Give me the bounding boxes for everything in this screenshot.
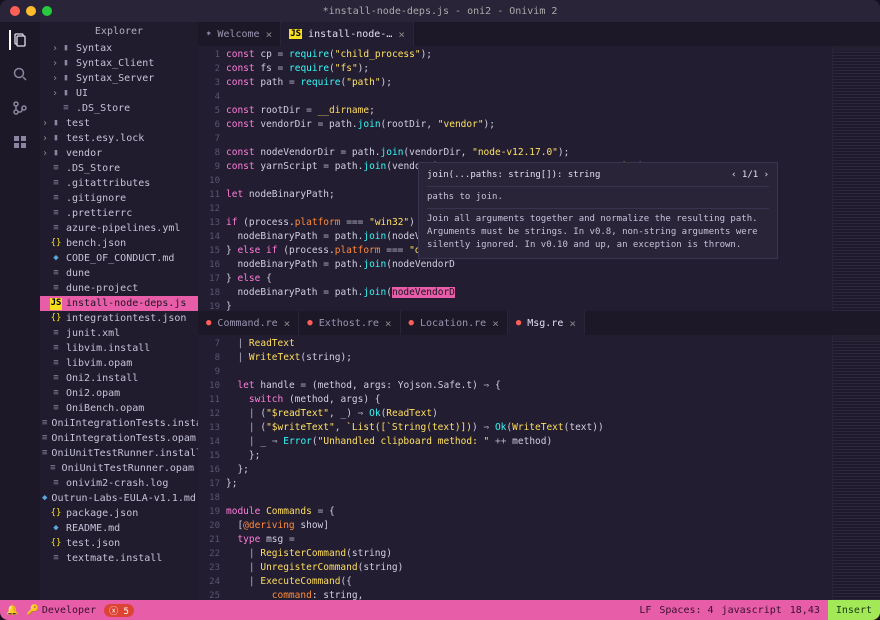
- editor-pane-bottom: 7891011121314151617181920212223242526272…: [198, 335, 880, 600]
- close-icon[interactable]: ×: [284, 317, 291, 330]
- status-language[interactable]: javascript: [722, 605, 782, 616]
- tree-item[interactable]: {}package.json: [40, 506, 198, 521]
- tree-item[interactable]: ≡azure-pipelines.yml: [40, 221, 198, 236]
- tree-item[interactable]: JSinstall-node-deps.js: [40, 296, 198, 311]
- close-icon[interactable]: ×: [492, 317, 499, 330]
- tree-item[interactable]: ›▮test.esy.lock: [40, 131, 198, 146]
- tree-item[interactable]: ›▮test: [40, 116, 198, 131]
- tree-item[interactable]: ◆CODE_OF_CONDUCT.md: [40, 251, 198, 266]
- tree-item[interactable]: ≡libvim.opam: [40, 356, 198, 371]
- extensions-icon[interactable]: [10, 132, 30, 152]
- titlebar: *install-node-deps.js - oni2 - Onivim 2: [0, 0, 880, 22]
- minimize-icon[interactable]: [26, 6, 36, 16]
- editor-pane-top: 1234567891011121314151617181920212223 co…: [198, 46, 880, 311]
- tree-item[interactable]: {}integrationtest.json: [40, 311, 198, 326]
- status-eol[interactable]: LF: [639, 605, 651, 616]
- developer-button[interactable]: 🔑 Developer: [26, 605, 96, 616]
- tree-item[interactable]: ›▮Syntax_Server: [40, 71, 198, 86]
- tooltip-summary: paths to join.: [427, 191, 769, 204]
- code-editor[interactable]: | ReadText | WriteText(string); let hand…: [226, 335, 832, 600]
- status-position: 18,43: [790, 605, 820, 616]
- tree-item[interactable]: ≡dune: [40, 266, 198, 281]
- tab[interactable]: ●Command.re×: [198, 311, 299, 335]
- tree-item[interactable]: ≡Oni2.install: [40, 371, 198, 386]
- tree-item[interactable]: ◆README.md: [40, 521, 198, 536]
- close-icon[interactable]: ×: [569, 317, 576, 330]
- tree-item[interactable]: ≡OniBench.opam: [40, 401, 198, 416]
- tree-item[interactable]: ≡libvim.install: [40, 341, 198, 356]
- signature-tooltip: join(...paths: string[]): string‹ 1/1 › …: [418, 162, 778, 259]
- scm-icon[interactable]: [10, 98, 30, 118]
- tree-item[interactable]: ≡OniUnitTestRunner.opam: [40, 461, 198, 476]
- tree-item[interactable]: ≡.DS_Store: [40, 161, 198, 176]
- tree-item[interactable]: ›▮vendor: [40, 146, 198, 161]
- file-tree[interactable]: ›▮Syntax›▮Syntax_Client›▮Syntax_Server›▮…: [40, 41, 198, 600]
- tab[interactable]: JSinstall-node-…×: [281, 22, 414, 46]
- tree-item[interactable]: ≡junit.xml: [40, 326, 198, 341]
- error-count[interactable]: ⓧ 5: [104, 604, 134, 617]
- window-title: *install-node-deps.js - oni2 - Onivim 2: [323, 6, 558, 17]
- minimap[interactable]: [832, 335, 880, 600]
- tab[interactable]: ●Exthost.re×: [299, 311, 400, 335]
- tooltip-desc: Join all arguments together and normaliz…: [427, 213, 769, 252]
- gutter: 1234567891011121314151617181920212223: [198, 46, 226, 311]
- tree-item[interactable]: {}test.json: [40, 536, 198, 551]
- tree-item[interactable]: ›▮Syntax: [40, 41, 198, 56]
- tooltip-count: ‹ 1/1 ›: [731, 169, 769, 182]
- tree-item[interactable]: ≡.gitignore: [40, 191, 198, 206]
- tree-item[interactable]: ≡OniIntegrationTests.opam: [40, 431, 198, 446]
- sidebar-title: Explorer: [40, 22, 198, 41]
- tooltip-signature: join(...paths: string[]): string: [427, 169, 600, 182]
- tree-item[interactable]: ≡.gitattributes: [40, 176, 198, 191]
- tree-item[interactable]: {}bench.json: [40, 236, 198, 251]
- minimap[interactable]: [832, 46, 880, 311]
- tree-item[interactable]: ›▮Syntax_Client: [40, 56, 198, 71]
- close-icon[interactable]: ×: [398, 28, 405, 41]
- tree-item[interactable]: ◆Outrun-Labs-EULA-v1.1.md: [40, 491, 198, 506]
- search-icon[interactable]: [10, 64, 30, 84]
- editor-area: ✶Welcome×JSinstall-node-…× 1234567891011…: [198, 22, 880, 600]
- status-mode: Insert: [828, 600, 880, 620]
- tab[interactable]: ●Location.re×: [401, 311, 508, 335]
- tree-item[interactable]: ≡OniUnitTestRunner.install: [40, 446, 198, 461]
- notifications-icon[interactable]: 🔔: [6, 605, 18, 616]
- close-icon[interactable]: [10, 6, 20, 16]
- tree-item[interactable]: ≡Oni2.opam: [40, 386, 198, 401]
- tree-item[interactable]: ≡onivim2-crash.log: [40, 476, 198, 491]
- zoom-icon[interactable]: [42, 6, 52, 16]
- status-spaces[interactable]: Spaces: 4: [659, 605, 713, 616]
- tab[interactable]: ●Msg.re×: [508, 311, 585, 335]
- statusbar: 🔔 🔑 Developer ⓧ 5 LF Spaces: 4 javascrip…: [0, 600, 880, 620]
- tree-item[interactable]: ≡.DS_Store: [40, 101, 198, 116]
- close-icon[interactable]: ×: [266, 28, 273, 41]
- close-icon[interactable]: ×: [385, 317, 392, 330]
- tree-item[interactable]: ≡textmate.install: [40, 551, 198, 566]
- sidebar: Explorer ›▮Syntax›▮Syntax_Client›▮Syntax…: [40, 22, 198, 600]
- tabbar-top: ✶Welcome×JSinstall-node-…×: [198, 22, 880, 46]
- tree-item[interactable]: ≡dune-project: [40, 281, 198, 296]
- tab[interactable]: ✶Welcome×: [198, 22, 281, 46]
- tabbar-bottom: ●Command.re×●Exthost.re×●Location.re×●Ms…: [198, 311, 880, 335]
- activitybar: [0, 22, 40, 600]
- tree-item[interactable]: ≡.prettierrc: [40, 206, 198, 221]
- tree-item[interactable]: ≡OniIntegrationTests.install: [40, 416, 198, 431]
- gutter: 7891011121314151617181920212223242526272…: [198, 335, 226, 600]
- tree-item[interactable]: ›▮UI: [40, 86, 198, 101]
- files-icon[interactable]: [9, 30, 29, 50]
